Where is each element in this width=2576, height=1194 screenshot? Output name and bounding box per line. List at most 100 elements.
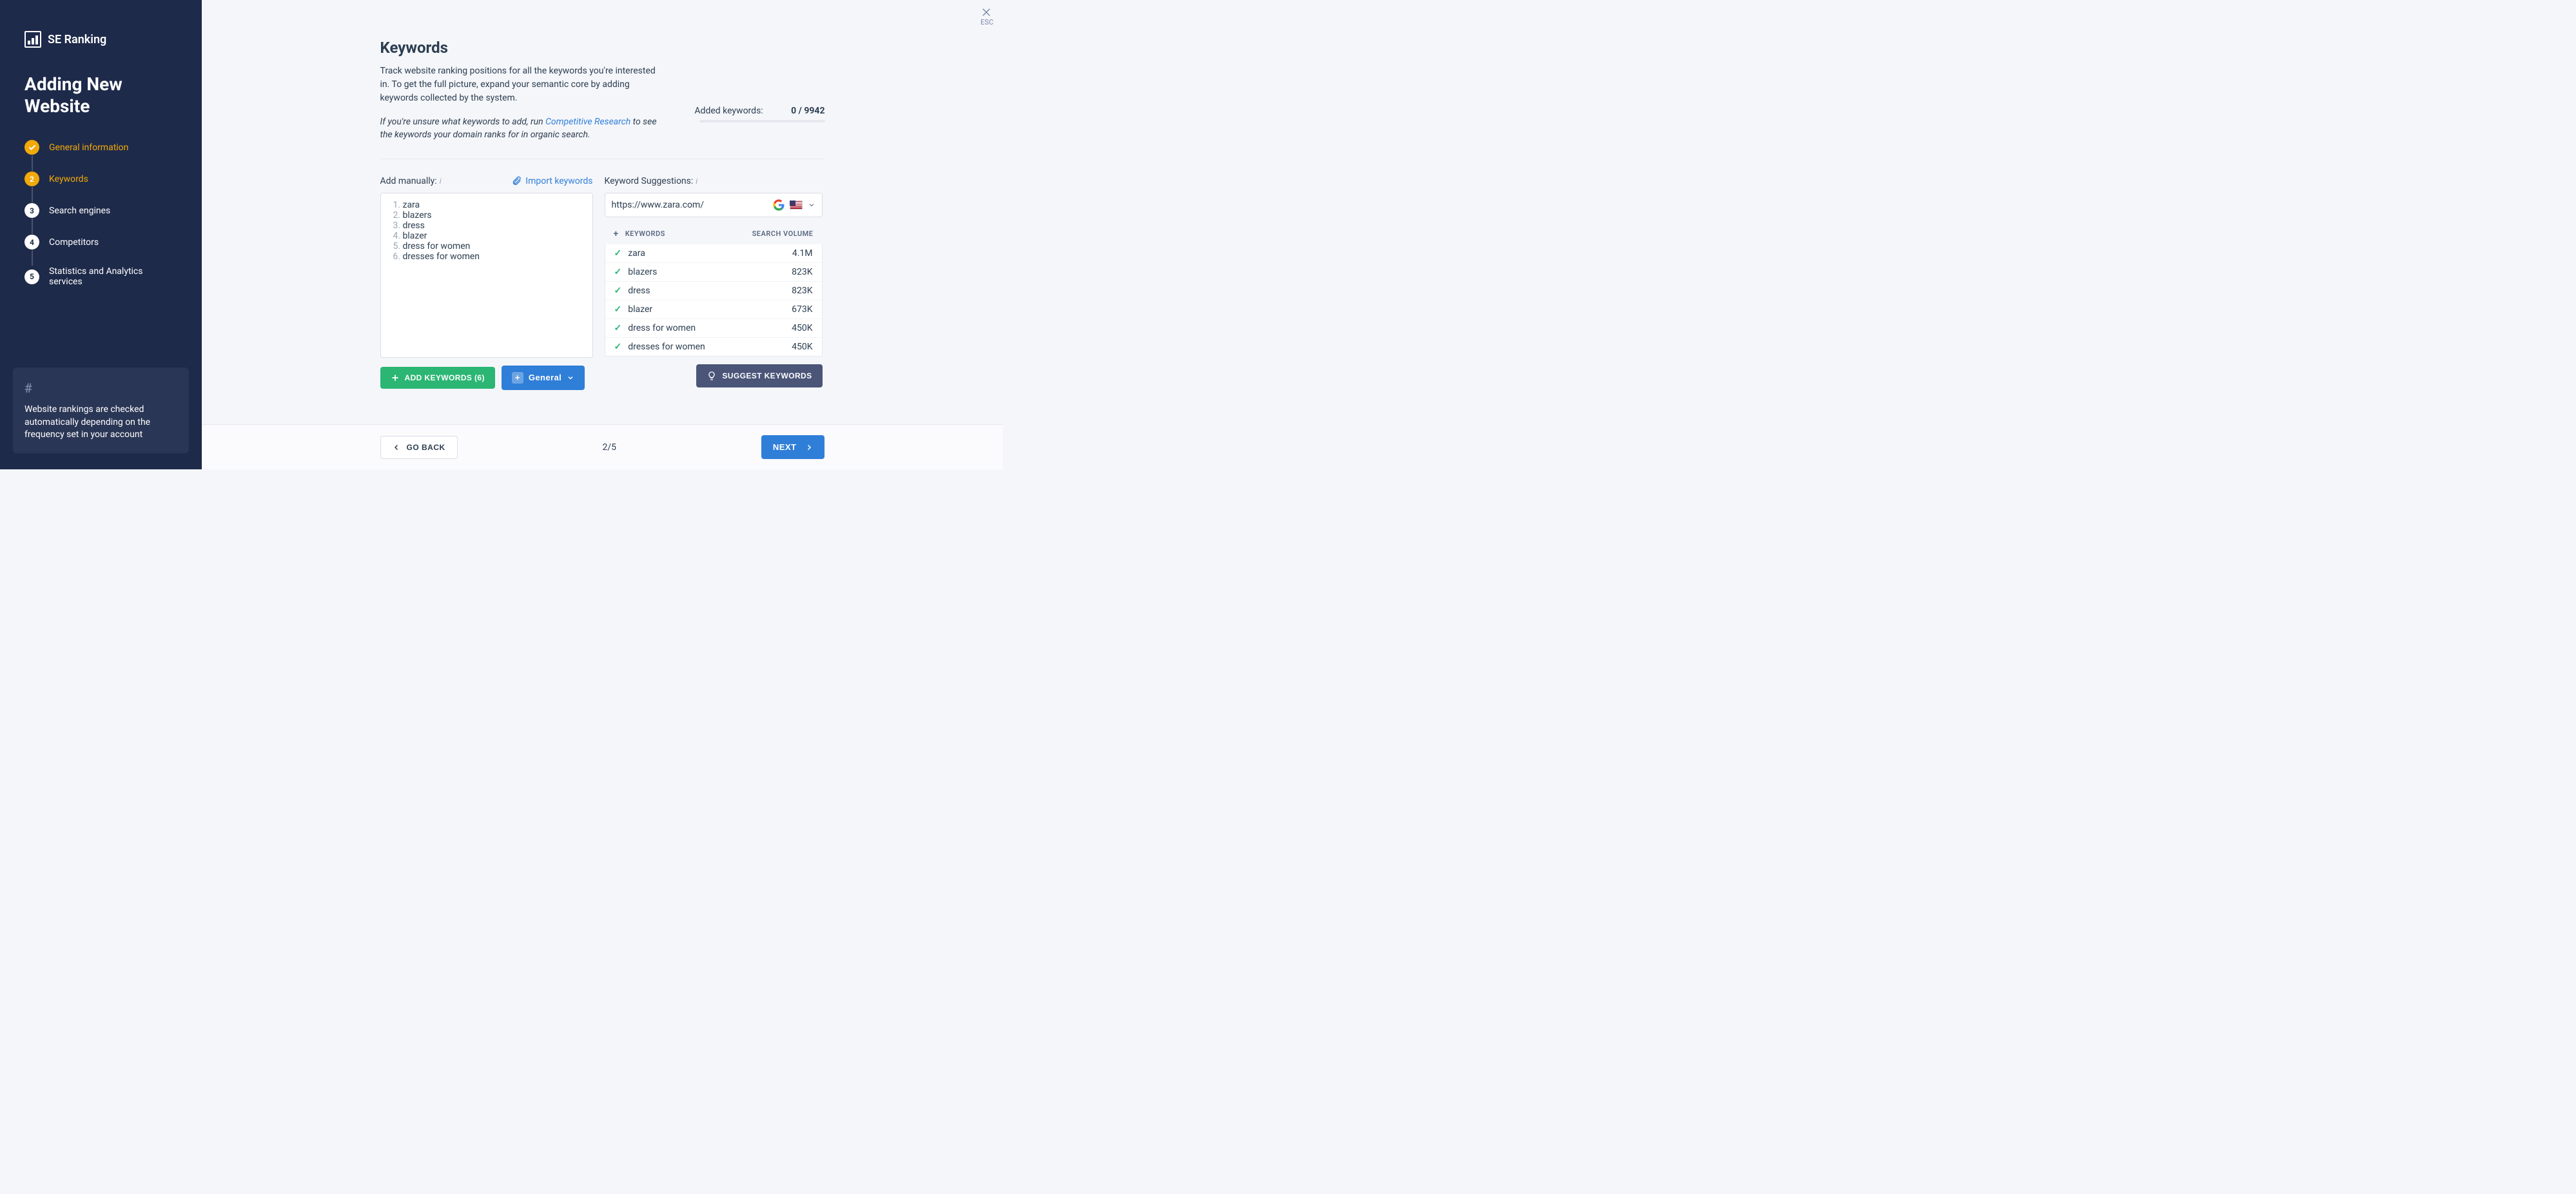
suggestion-row[interactable]: ✓ blazer 673K [605, 300, 822, 319]
suggestion-row[interactable]: ✓ dress 823K [605, 282, 822, 300]
page-hint: If you're unsure what keywords to add, r… [380, 115, 658, 142]
hash-icon: # [24, 379, 177, 397]
info-box: # Website rankings are checked automatic… [13, 367, 189, 453]
check-icon: ✓ [614, 342, 622, 352]
brand-name: SE Ranking [48, 33, 106, 46]
suggest-keywords-button[interactable]: SUGGEST KEYWORDS [696, 364, 822, 387]
brand-logo: SE Ranking [24, 31, 177, 48]
manual-keywords-input[interactable]: zara blazers dress blazer dress for wome… [380, 193, 593, 358]
page-indicator: 2/5 [602, 442, 616, 453]
step-competitors[interactable]: 4 Competitors [24, 235, 177, 250]
suggestion-row[interactable]: ✓ zara 4.1M [605, 244, 822, 263]
step-number: 3 [24, 203, 39, 218]
suggestion-keyword: dress [628, 286, 650, 296]
suggestion-keyword: dress for women [628, 323, 696, 333]
sidebar-title: Adding New Website [24, 73, 177, 117]
group-dropdown-button[interactable]: + General [502, 366, 585, 390]
chevron-down-icon[interactable] [808, 201, 815, 209]
close-label: ESC [981, 18, 993, 26]
suggestion-keyword: zara [628, 248, 645, 259]
step-label: Keywords [49, 174, 88, 184]
step-label: Competitors [49, 237, 99, 248]
check-icon: ✓ [614, 267, 622, 277]
manual-keyword: blazers [403, 210, 583, 220]
check-icon: ✓ [614, 248, 622, 259]
added-label: Added keywords: [694, 106, 763, 116]
competitive-research-link[interactable]: Competitive Research [545, 117, 630, 127]
manual-keyword: dress [403, 220, 583, 231]
step-general-information[interactable]: General information [24, 140, 177, 155]
sidebar: SE Ranking Adding New Website General in… [0, 0, 202, 469]
check-icon: ✓ [614, 323, 622, 333]
step-label: General information [49, 142, 128, 153]
next-button[interactable]: NEXT [761, 435, 825, 459]
url-value: https://www.zara.com/ [612, 200, 768, 210]
suggestion-volume: 450K [792, 323, 812, 333]
step-number: 5 [24, 269, 39, 284]
chevron-down-icon [567, 374, 574, 382]
button-label: General [529, 373, 561, 382]
suggestion-keyword: dresses for women [628, 342, 705, 352]
info-icon[interactable]: i [696, 177, 698, 186]
suggestion-volume: 4.1M [792, 248, 813, 259]
th-keywords: KEYWORDS [625, 230, 665, 238]
added-progress-bar [699, 120, 825, 122]
button-label: NEXT [773, 442, 797, 452]
bar-chart-icon [24, 31, 41, 48]
step-label: Search engines [49, 206, 110, 216]
th-volume: SEARCH VOLUME [752, 230, 814, 238]
check-icon: ✓ [614, 286, 622, 296]
go-back-button[interactable]: GO BACK [380, 436, 458, 459]
close-button[interactable]: ESC [981, 6, 993, 26]
check-icon [24, 140, 39, 155]
info-icon[interactable]: i [440, 177, 442, 186]
chevron-right-icon [805, 444, 813, 451]
suggestion-keyword: blazers [628, 267, 657, 277]
added-count: 0 / 9942 [791, 106, 825, 116]
step-statistics[interactable]: 5 Statistics and Analytics services [24, 266, 177, 287]
check-icon: ✓ [614, 304, 622, 315]
added-keywords-counter: Added keywords: 0 / 9942 [694, 106, 825, 122]
us-flag-icon [790, 201, 803, 210]
suggestions-list[interactable]: ✓ zara 4.1M ✓ blazers 823K ✓ dress 823K ✓ blaze… [605, 244, 823, 357]
manual-keyword: dresses for women [403, 251, 583, 262]
suggestion-row[interactable]: ✓ dresses for women 450K [605, 338, 822, 356]
suggestion-volume: 823K [792, 267, 812, 277]
plus-icon [391, 373, 400, 382]
button-label: GO BACK [407, 443, 445, 452]
manual-keyword: dress for women [403, 241, 583, 251]
import-keywords-link[interactable]: Import keywords [511, 176, 592, 186]
step-number: 2 [24, 171, 39, 186]
wizard-footer: GO BACK 2/5 NEXT [202, 424, 1003, 469]
main: ESC Keywords Track website ranking posit… [202, 0, 1003, 469]
suggestions-header: + KEYWORDS SEARCH VOLUME [605, 224, 823, 244]
chevron-left-icon [393, 444, 400, 451]
close-icon [981, 6, 992, 18]
info-text: Website rankings are checked automatical… [24, 404, 177, 442]
wizard-steps: General information 2 Keywords 3 Search … [24, 140, 177, 287]
step-keywords[interactable]: 2 Keywords [24, 171, 177, 186]
button-label: SUGGEST KEYWORDS [722, 371, 812, 380]
step-search-engines[interactable]: 3 Search engines [24, 203, 177, 218]
add-manually-label: Add manually: [380, 176, 437, 186]
manual-keyword: blazer [403, 231, 583, 241]
add-group-icon: + [512, 372, 523, 384]
add-keywords-button[interactable]: ADD KEYWORDS (6) [380, 367, 495, 389]
lightbulb-icon [707, 371, 717, 381]
import-label: Import keywords [525, 176, 592, 186]
step-label: Statistics and Analytics services [49, 266, 177, 287]
button-label: ADD KEYWORDS (6) [405, 373, 485, 382]
suggestion-keyword: blazer [628, 304, 652, 315]
suggestion-volume: 823K [792, 286, 812, 296]
suggestion-volume: 673K [792, 304, 812, 315]
suggestion-volume: 450K [792, 342, 812, 352]
plus-icon[interactable]: + [614, 229, 619, 239]
attachment-icon [511, 176, 522, 186]
page-title: Keywords [380, 39, 825, 57]
suggestion-row[interactable]: ✓ blazers 823K [605, 263, 822, 282]
suggestion-row[interactable]: ✓ dress for women 450K [605, 319, 822, 338]
manual-keyword: zara [403, 200, 583, 210]
suggestions-url-input[interactable]: https://www.zara.com/ [605, 193, 823, 217]
step-number: 4 [24, 235, 39, 250]
google-icon [773, 199, 785, 211]
